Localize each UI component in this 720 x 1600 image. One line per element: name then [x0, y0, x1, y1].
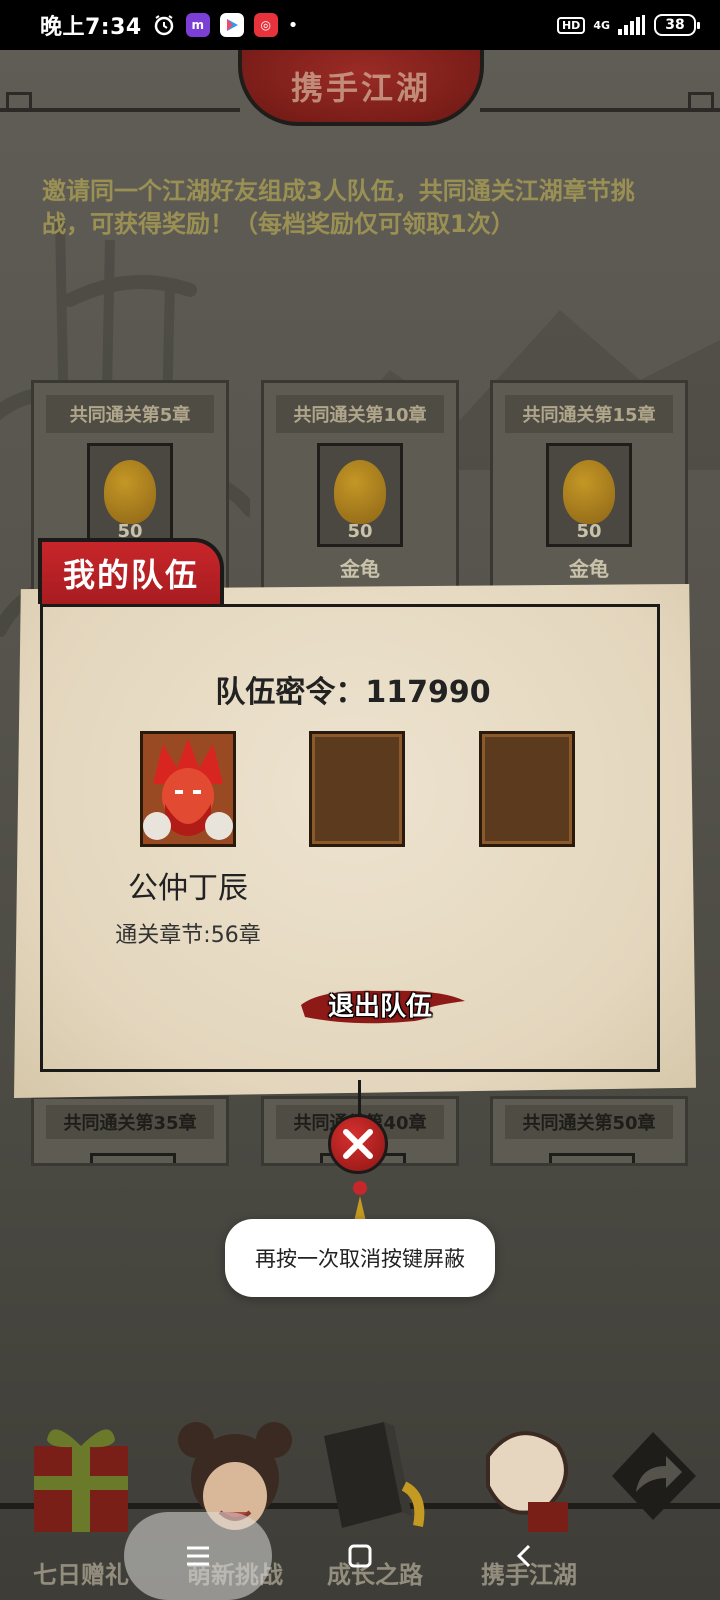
back-button[interactable] [494, 1526, 554, 1586]
toast-text: 再按一次取消按键屏蔽 [255, 1247, 465, 1271]
team-dialog: 队伍密令：117990 公仲丁辰 通关章节:56章 退出队伍 [14, 584, 696, 1098]
reward-item-slot[interactable]: 50 [546, 443, 632, 547]
reward-card[interactable]: 共同通关第35章 [31, 1096, 229, 1166]
app-badge-icon: ◎ [253, 13, 278, 37]
gold-gourd-icon [563, 460, 615, 524]
reward-card[interactable]: 共同通关第15章 50 金龟 [490, 380, 688, 600]
team-dialog-title: 我的队伍 [62, 556, 199, 594]
frame-corner-right [688, 92, 714, 112]
hero-avatar-icon [143, 734, 233, 844]
reward-card-title: 共同通关第50章 [505, 1105, 673, 1139]
reward-card[interactable]: 共同通关第50章 [490, 1096, 688, 1166]
leave-team-label: 退出队伍 [327, 991, 432, 1022]
close-cord [358, 1080, 361, 1118]
reward-card-title: 共同通关第15章 [505, 395, 673, 433]
system-nav-bar [0, 1512, 720, 1600]
page-title: 携手江湖 [290, 69, 431, 107]
status-icons: m ◎ • [152, 13, 299, 37]
status-time: 晚上7:34 [40, 15, 142, 40]
reward-card[interactable]: 共同通关第10章 50 金龟 [261, 380, 459, 600]
status-bar: 晚上7:34 m ◎ • HD 4G 38 [0, 0, 720, 50]
reward-card-title: 共同通关第5章 [46, 395, 214, 433]
close-icon [343, 1129, 373, 1159]
signal-icon [618, 15, 645, 35]
back-icon [516, 1544, 531, 1568]
member-chapter: 通关章节:56章 [115, 923, 261, 948]
team-code: 队伍密令：117990 [215, 675, 491, 710]
reward-name: 金龟 [340, 557, 380, 581]
menu-icon [187, 1546, 209, 1566]
reward-quantity: 50 [347, 521, 373, 542]
reward-item-slot [90, 1153, 176, 1163]
reward-item-slot [549, 1153, 635, 1163]
reward-name: 金龟 [569, 557, 609, 581]
toast-message: 再按一次取消按键屏蔽 [225, 1219, 495, 1297]
close-dialog-control [322, 1080, 398, 1230]
gold-gourd-icon [104, 460, 156, 524]
close-button[interactable] [328, 1114, 388, 1174]
app-notification-icon: m [185, 13, 210, 37]
network-label: 4G [593, 18, 610, 32]
reward-item-slot[interactable]: 50 [87, 443, 173, 547]
battery-level: 38 [665, 17, 685, 33]
frame-line-left [0, 108, 240, 112]
team-member-slot-empty[interactable] [309, 731, 405, 847]
reward-quantity: 50 [576, 521, 602, 542]
status-right: HD 4G 38 [556, 14, 700, 36]
member-name: 公仲丁辰 [128, 871, 248, 906]
page-title-banner: 携手江湖 [238, 50, 484, 126]
menu-button[interactable] [168, 1526, 228, 1586]
dot-icon: • [287, 14, 299, 36]
invite-description: 邀请同一个江湖好友组成3人队伍，共同通关江湖章节挑战，可获得奖励！（每档奖励仅可… [42, 177, 635, 238]
home-button[interactable] [330, 1526, 390, 1586]
reward-item-slot[interactable]: 50 [317, 443, 403, 547]
hd-icon: HD [556, 16, 586, 34]
team-member-slot-empty[interactable] [479, 731, 575, 847]
frame-corner-left [6, 92, 32, 112]
reward-card-title: 共同通关第35章 [46, 1105, 214, 1139]
alarm-icon [154, 15, 173, 36]
home-icon [348, 1544, 372, 1568]
play-store-icon [219, 13, 244, 37]
gold-gourd-icon [334, 460, 386, 524]
team-member-slot[interactable] [140, 731, 236, 847]
team-dialog-body: 队伍密令：117990 公仲丁辰 通关章节:56章 退出队伍 [40, 604, 660, 1072]
team-dialog-tab: 我的队伍 [38, 538, 224, 604]
reward-card-title: 共同通关第10章 [276, 395, 444, 433]
battery-icon: 38 [654, 14, 700, 36]
leave-team-button[interactable]: 退出队伍 [301, 979, 465, 1029]
frame-line-right [480, 108, 720, 112]
